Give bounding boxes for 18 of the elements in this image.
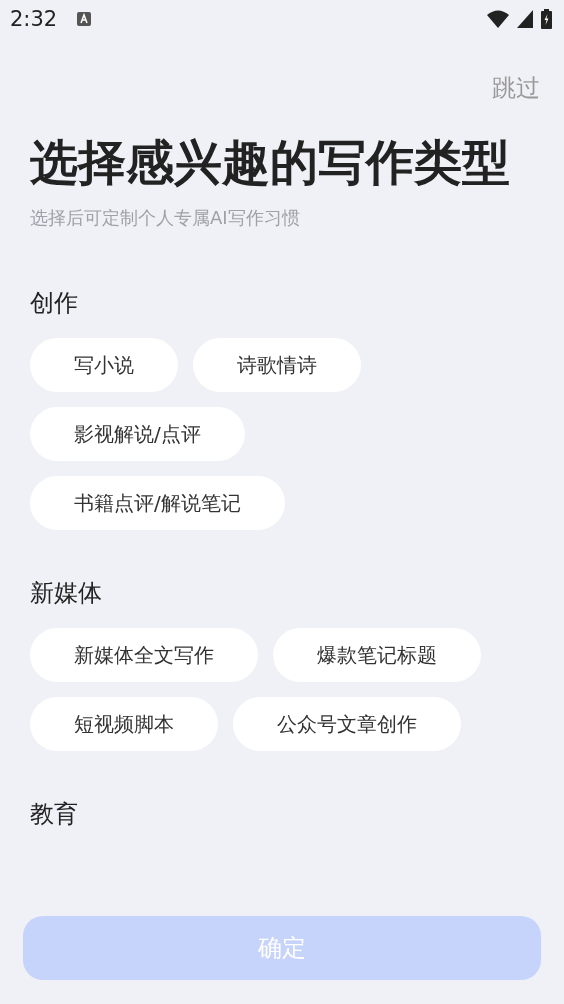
section-heading: 新媒体 (30, 578, 103, 608)
category-chip[interactable]: 书籍点评/解说笔记 (30, 476, 285, 530)
category-chip[interactable]: 诗歌情诗 (193, 338, 361, 392)
signal-icon (517, 10, 533, 28)
section-heading: 创作 (30, 288, 79, 318)
notification-icon (77, 12, 92, 26)
section-heading: 教育 (30, 799, 79, 829)
category-chip[interactable]: 影视解说/点评 (30, 407, 245, 461)
category-chip[interactable]: 新媒体全文写作 (30, 628, 258, 682)
wifi-icon (487, 10, 509, 28)
status-time: 2:32 (10, 7, 58, 31)
category-chip[interactable]: 写小说 (30, 338, 178, 392)
category-chip[interactable]: 公众号文章创作 (233, 697, 461, 751)
page-subtitle: 选择后可定制个人专属AI写作习惯 (30, 206, 301, 230)
battery-icon (541, 9, 552, 29)
page-title: 选择感兴趣的写作类型 (30, 134, 511, 190)
category-chip[interactable]: 短视频脚本 (30, 697, 218, 751)
category-chip[interactable]: 爆款笔记标题 (273, 628, 481, 682)
